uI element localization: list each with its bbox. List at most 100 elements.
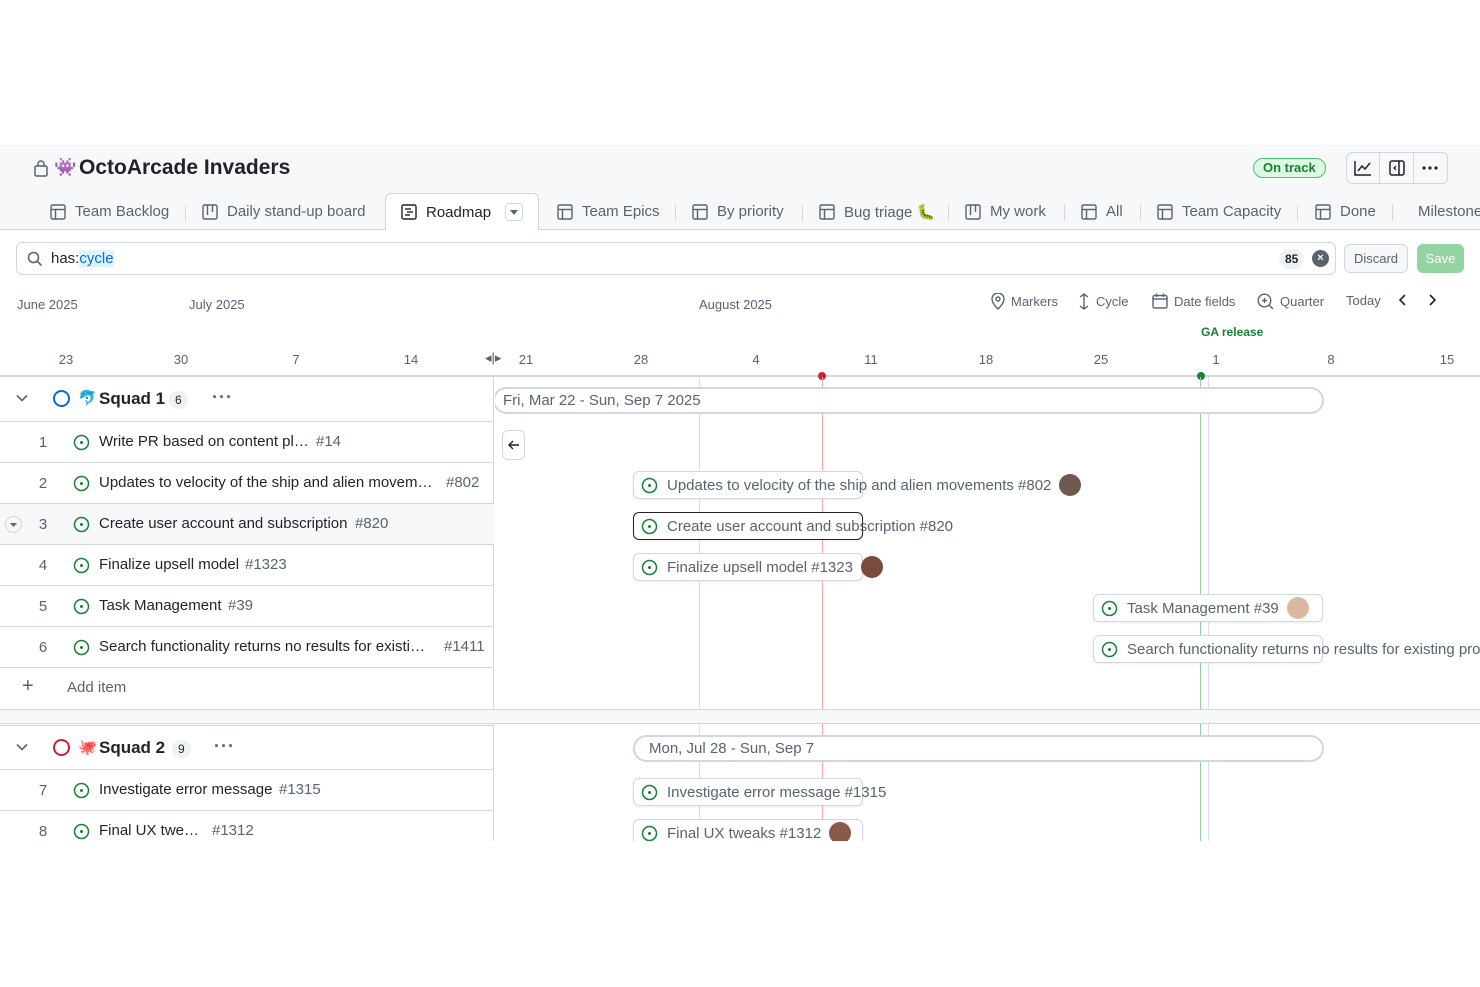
table-row[interactable]: 4 Finalize upsell model #1323 [0, 545, 494, 586]
project-app: 👾 OctoArcade Invaders On track Team Back… [0, 145, 1480, 841]
tab-separator [185, 205, 186, 221]
scroll-to-item-button[interactable] [502, 430, 525, 460]
roadmap-item-label[interactable]: Create user account and subscription #82… [641, 512, 953, 540]
group-options-icon[interactable]: ··· [214, 736, 235, 757]
roadmap-item-label[interactable]: Finalize upsell model #1323 [641, 553, 883, 581]
issue-opened-icon [73, 516, 90, 533]
group-header-squad-2[interactable]: 🐙 Squad 2 9 ··· [0, 725, 494, 770]
today-label: Today [1346, 293, 1381, 308]
tab-team-epics[interactable]: Team Epics [557, 193, 660, 230]
item-title[interactable]: Final UX tweaks [99, 822, 207, 839]
item-title[interactable]: Investigate error message [99, 781, 273, 798]
project-header: 👾 OctoArcade Invaders On track [0, 145, 1480, 193]
table-row[interactable]: 1 Write PR based on content plan #14 [0, 422, 494, 463]
today-button[interactable]: Today [1346, 293, 1381, 308]
roadmap-item-label[interactable]: Investigate error message #1315 [641, 778, 886, 806]
previous-button[interactable] [1398, 293, 1413, 307]
issue-opened-icon [73, 823, 90, 840]
tab-label: Bug triage 🐛 [844, 203, 936, 221]
tab-label: Daily stand-up board [227, 203, 366, 220]
resize-columns-icon[interactable]: ◂|▸ [485, 350, 501, 366]
next-button[interactable] [1428, 293, 1443, 307]
tab-my-work[interactable]: My work [965, 193, 1046, 230]
group-options-icon[interactable]: ··· [212, 387, 233, 408]
roadmap-item-label[interactable]: Updates to velocity of the ship and alie… [641, 471, 1082, 499]
row-number: 1 [38, 434, 48, 451]
roadmap-item-label[interactable]: Task Management #39 [1101, 594, 1309, 622]
table-row[interactable]: 6 Search functionality returns no result… [0, 627, 494, 668]
header-button-group [1346, 152, 1448, 184]
tab-roadmap[interactable]: Roadmap [385, 193, 539, 231]
filter-keyword: cycle [79, 250, 114, 267]
issue-opened-icon [641, 477, 658, 493]
roadmap-item-label[interactable]: Final UX tweaks #1312 [641, 819, 852, 841]
save-button[interactable]: Save [1417, 244, 1464, 273]
insights-button[interactable] [1347, 153, 1381, 183]
tab-milestone[interactable]: Milestone [1409, 193, 1480, 230]
view-options-button[interactable] [505, 203, 524, 221]
assignee-avatar[interactable] [829, 822, 852, 841]
add-item-label: Add item [67, 679, 127, 696]
roadmap-item-label[interactable]: Search functionality returns no results … [1101, 635, 1480, 663]
group-date-range: Fri, Mar 22 - Sun, Sep 7 2025 [495, 387, 1324, 414]
issue-opened-icon [641, 825, 658, 841]
table-icon [692, 203, 708, 220]
clear-filter-icon[interactable]: × [1312, 250, 1329, 267]
table-row[interactable]: 8 Final UX tweaks #1312 [0, 811, 494, 841]
markers-button[interactable]: Markers [991, 293, 1058, 310]
tab-done[interactable]: Done [1315, 193, 1376, 230]
table-row[interactable]: 7 Investigate error message #1315 [0, 770, 494, 811]
item-title[interactable]: Write PR based on content plan [99, 433, 309, 450]
tab-daily-standup-board[interactable]: Daily stand-up board [202, 193, 365, 230]
tab-by-priority[interactable]: By priority [692, 193, 784, 230]
filter-query[interactable]: has:cycle [51, 250, 114, 267]
table-row[interactable]: 3 Create user account and subscription #… [0, 504, 494, 545]
plus-icon: + [22, 675, 34, 697]
tab-separator [948, 205, 949, 221]
marker-label-ga-release[interactable]: GA release [1201, 325, 1263, 339]
group-name: Squad 2 [99, 738, 166, 757]
item-title[interactable]: Updates to velocity of the ship and alie… [99, 474, 437, 491]
table-row[interactable]: 5 Task Management #39 [0, 586, 494, 627]
day-tick: 25 [1093, 352, 1109, 367]
item-title[interactable]: Create user account and subscription [99, 515, 351, 532]
filter-bar[interactable]: has:cycle 85 × [16, 242, 1336, 275]
assignee-avatar[interactable] [860, 556, 883, 578]
bar-title: Updates to velocity of the ship and alie… [667, 476, 1052, 494]
tab-team-capacity[interactable]: Team Capacity [1157, 193, 1281, 230]
cycle-button[interactable]: Cycle [1078, 293, 1129, 310]
timeline-grid: Fri, Mar 22 - Sun, Sep 7 2025 Updates to… [495, 377, 1480, 841]
day-tick: 11 [864, 352, 878, 367]
day-tick: 18 [978, 352, 994, 367]
side-panel-button[interactable] [1380, 153, 1414, 183]
lock-icon [34, 160, 48, 177]
status-badge[interactable]: On track [1253, 158, 1326, 178]
tab-separator [1140, 205, 1141, 221]
more-options-button[interactable] [1414, 153, 1447, 183]
item-title[interactable]: Search functionality returns no results … [99, 638, 433, 655]
zoom-button[interactable]: Quarter [1257, 293, 1324, 310]
add-item-button[interactable]: + Add item [0, 668, 494, 709]
group-name: Squad 1 [99, 389, 166, 408]
bar-title: Search functionality returns no results … [1127, 640, 1480, 658]
item-title[interactable]: Task Management [99, 597, 224, 614]
item-title[interactable]: Finalize upsell model [99, 556, 240, 573]
row-menu-button[interactable] [5, 516, 22, 533]
issue-opened-icon [73, 598, 90, 615]
project-title[interactable]: OctoArcade Invaders [79, 156, 290, 180]
chevron-down-icon[interactable] [16, 741, 28, 753]
roadmap-view: has:cycle 85 × Discard Save June 2025 Ju… [0, 230, 1480, 841]
tab-separator [1392, 205, 1393, 221]
group-header-squad-1[interactable]: 🐬 Squad 1 6 ··· [0, 377, 494, 422]
tab-team-backlog[interactable]: Team Backlog [50, 193, 169, 230]
table-icon [557, 203, 573, 220]
date-fields-button[interactable]: Date fields [1152, 293, 1235, 309]
table-row[interactable]: 2 Updates to velocity of the ship and al… [0, 463, 494, 504]
row-number: 5 [38, 598, 48, 615]
tab-all[interactable]: All [1081, 193, 1123, 230]
assignee-avatar[interactable] [1286, 597, 1309, 619]
discard-button[interactable]: Discard [1344, 244, 1408, 273]
tab-bug-triage[interactable]: Bug triage 🐛 [819, 193, 935, 230]
chevron-down-icon[interactable] [16, 392, 28, 404]
assignee-avatar[interactable] [1059, 474, 1082, 496]
